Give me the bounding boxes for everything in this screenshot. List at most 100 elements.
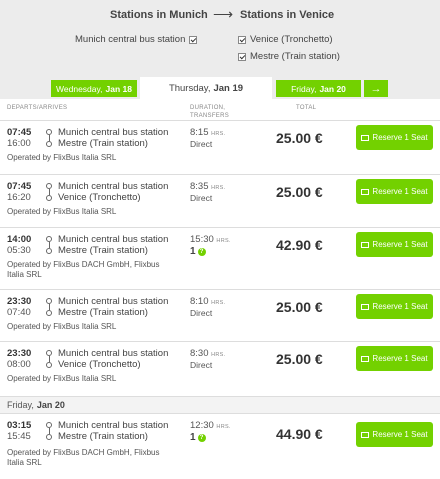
duration-value: 8:30 [190,348,209,359]
tab-date: Jan 19 [213,82,244,94]
duration-unit: HRS. [211,185,226,191]
duration-unit: HRS. [216,238,231,244]
reserve-button[interactable]: Reserve 1 Seat [356,294,433,319]
transfers: 1? [190,246,206,257]
operator-text: Operated by FlixBus Italia SRL [7,207,117,216]
from-station-option[interactable]: Munich central bus station [75,34,201,45]
next-arrow-button[interactable]: → [364,80,388,97]
price: 42.90 € [276,237,323,253]
operator-text: Operated by FlixBus DACH GmbH, Flixbus I… [7,448,160,467]
route-dots-icon [46,350,53,370]
to-stop: Mestre (Train station) [58,138,148,149]
column-header-departs: DEPARTS/ARRIVES [7,105,68,111]
duration-unit: HRS. [216,424,231,430]
to-stop: Mestre (Train station) [58,245,148,256]
date-tabs: Wednesday, Jan 18 Thursday, Jan 19 Friday,… [0,77,440,99]
day-separator-day: Friday, [7,400,34,410]
from-station-checkbox[interactable] [189,35,198,44]
station-selector: Stations in Munich ⟶ Stations in Venice … [0,0,440,80]
cart-icon [361,431,370,438]
day-separator: Friday, Jan 20 [0,396,440,413]
trip-times: 07:45 16:20 [7,181,31,203]
arrival-time: 07:40 [7,307,31,318]
arrival-time: 16:00 [7,138,31,149]
column-header-duration-label: DURATION, [190,105,226,111]
cart-icon [361,134,370,141]
to-station-checkbox[interactable] [238,35,246,44]
day-separator-date: Jan 20 [36,400,65,410]
to-title: Stations in Venice [240,9,335,21]
price: 25.00 € [276,184,323,200]
tab-date: Jan 18 [105,83,132,94]
tab-next-day[interactable]: Friday, Jan 20 [276,80,361,97]
trip-row: 23:30 07:40 Munich central bus station Mes… [0,289,440,341]
to-station-label: Venice (Tronchetto) [250,34,333,45]
trip-times: 14:00 05:30 [7,234,31,256]
to-stop: Mestre (Train station) [58,307,148,318]
to-station-label: Mestre (Train station) [250,51,340,62]
tab-current-day[interactable]: Thursday, Jan 19 [140,77,272,99]
reserve-button-label: Reserve 1 Seat [372,240,428,249]
to-stop: Venice (Tronchetto) [58,192,141,203]
trip-stops: Munich central bus station Venice (Tronch… [58,348,168,370]
duration-value: 8:15 [190,127,209,138]
transfers-count: 1 [190,432,196,443]
reserve-button[interactable]: Reserve 1 Seat [356,125,433,150]
to-station-option[interactable]: Venice (Tronchetto) [234,34,333,45]
departure-time: 07:45 [7,127,32,138]
transfers: Direct [190,193,213,203]
transfers: Direct [190,360,213,370]
duration-value: 8:10 [190,296,209,307]
cart-icon [361,241,370,248]
trip-stops: Munich central bus station Mestre (Train … [58,234,168,256]
to-station-checkbox[interactable] [238,52,246,61]
cart-icon [361,303,370,310]
duration-value: 8:35 [190,181,209,192]
price: 44.90 € [276,426,323,442]
reserve-button-label: Reserve 1 Seat [372,187,428,196]
to-stop: Venice (Tronchetto) [58,359,141,370]
transfers-count: 1 [190,246,196,257]
column-header-total: TOTAL [296,105,317,111]
route-dots-icon [46,298,53,318]
operator-text: Operated by FlixBus Italia SRL [7,322,117,331]
arrival-time: 05:30 [7,245,31,256]
from-stop: Munich central bus station [58,127,169,138]
reserve-button-label: Reserve 1 Seat [372,430,428,439]
duration-value: 15:30 [190,234,214,245]
price: 25.00 € [276,299,323,315]
operator-text: Operated by FlixBus Italia SRL [7,153,117,162]
from-stop: Munich central bus station [58,234,169,245]
reserve-button[interactable]: Reserve 1 Seat [356,232,433,257]
trip-row: 03:15 15:45 Munich central bus station Mes… [0,413,440,479]
column-header-transfers-label: TRANSFERS [190,113,230,119]
cart-icon [361,355,370,362]
departure-time: 07:45 [7,181,32,192]
price: 25.00 € [276,130,323,146]
arrival-time: 08:00 [7,359,31,370]
reserve-button-label: Reserve 1 Seat [372,302,428,311]
arrival-time: 16:20 [7,192,31,203]
trip-times: 23:30 08:00 [7,348,31,370]
tab-day: Wednesday, [56,83,103,94]
from-stop: Munich central bus station [58,181,169,192]
departure-time: 23:30 [7,348,32,359]
transfers: 1? [190,432,206,443]
duration-unit: HRS. [211,131,226,137]
tab-previous-day[interactable]: Wednesday, Jan 18 [51,80,137,97]
question-icon[interactable]: ? [197,247,206,256]
departure-time: 03:15 [7,420,32,431]
to-station-option[interactable]: Mestre (Train station) [234,51,340,62]
reserve-button[interactable]: Reserve 1 Seat [356,346,433,371]
trip-stops: Munich central bus station Mestre (Train … [58,296,168,318]
from-title: Stations in Munich [110,9,208,21]
duration-unit: HRS. [211,300,226,306]
question-icon[interactable]: ? [197,433,206,442]
from-stop: Munich central bus station [58,348,169,359]
reserve-button[interactable]: Reserve 1 Seat [356,179,433,204]
from-stop: Munich central bus station [58,420,169,431]
transfers: Direct [190,308,213,318]
reserve-button[interactable]: Reserve 1 Seat [356,422,433,447]
trip-stops: Munich central bus station Venice (Tronch… [58,181,168,203]
route-dots-icon [46,236,53,256]
